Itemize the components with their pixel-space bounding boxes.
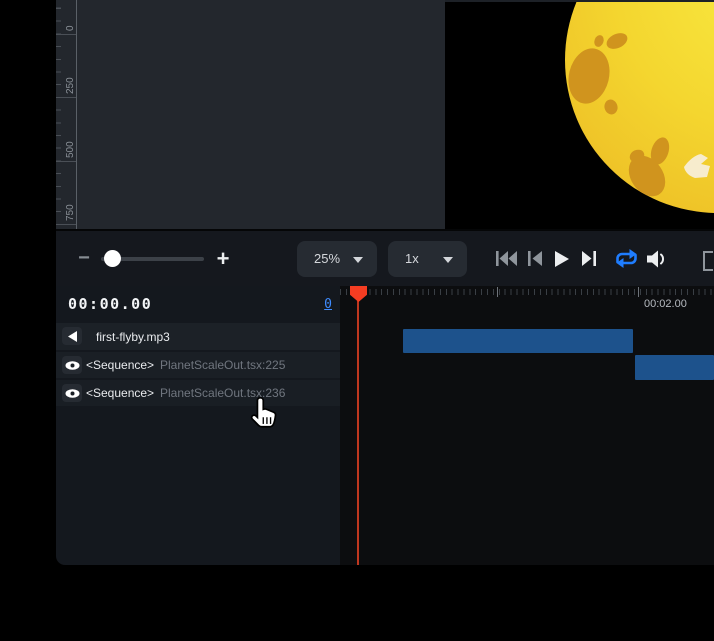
zoom-out-button[interactable]: − [74, 231, 94, 286]
track-row-sequence[interactable]: <Sequence> PlanetScaleOut.tsx:236 [56, 380, 340, 406]
ruler-major-line [56, 224, 76, 225]
fullscreen-icon[interactable] [703, 251, 713, 271]
track-label: first-flyby.mp3 [96, 323, 170, 350]
zoom-level-value: 25% [314, 241, 340, 277]
current-frame-link[interactable]: 0 [324, 297, 332, 312]
track-source: PlanetScaleOut.tsx:225 [160, 352, 285, 378]
playhead-line [357, 288, 359, 565]
ruler-major-line [56, 97, 76, 98]
ruler-label: 0 [65, 25, 76, 31]
zoom-slider-thumb[interactable] [104, 250, 121, 267]
previous-frame-button[interactable] [525, 231, 545, 286]
composition-viewport [445, 0, 714, 229]
canvas-background [77, 0, 445, 229]
audio-track-icon[interactable] [62, 327, 82, 345]
zoom-level-dropdown[interactable]: 25% [297, 241, 377, 277]
next-frame-icon [582, 251, 596, 266]
ruler-label: 500 [65, 141, 76, 158]
ruler-label: 250 [65, 77, 76, 94]
track-label: <Sequence> [86, 380, 154, 406]
play-button[interactable] [551, 231, 573, 286]
remotion-studio-page: 0 250 500 750 [0, 0, 714, 641]
eye-icon[interactable] [62, 356, 82, 374]
timeline-time-label: 00:02.00 [644, 298, 687, 310]
next-frame-button[interactable] [578, 231, 600, 286]
planet-illustration [445, 0, 714, 229]
vertical-ruler: 0 250 500 750 [56, 0, 77, 229]
loop-toggle-button[interactable] [612, 231, 640, 286]
playhead-handle[interactable] [350, 286, 367, 302]
playback-rate-value: 1x [405, 241, 419, 277]
play-icon [555, 251, 569, 267]
timeline-second-tick [497, 287, 498, 297]
timeline-track-panel: 00:00.00 0 first-flyby.mp3 [56, 286, 340, 565]
timeline-header: 00:00.00 0 [56, 286, 340, 322]
track-row-sequence[interactable]: <Sequence> PlanetScaleOut.tsx:225 [56, 352, 340, 378]
timeline-ruler-ticks [340, 289, 714, 295]
track-row-audio[interactable]: first-flyby.mp3 [56, 323, 340, 350]
sequence-clip-block[interactable] [403, 329, 633, 353]
volume-button[interactable] [644, 231, 670, 286]
preview-pane: 0 250 500 750 [56, 0, 714, 231]
studio-window: 0 250 500 750 [56, 0, 714, 565]
timeline-second-tick [638, 287, 639, 297]
timeline-section: 00:00.00 0 first-flyby.mp3 [56, 286, 714, 565]
hand-cursor-icon [248, 396, 280, 430]
eye-icon[interactable] [62, 384, 82, 402]
track-label: <Sequence> [86, 352, 154, 378]
volume-icon [647, 250, 667, 268]
current-timecode: 00:00.00 [68, 295, 152, 313]
playback-rate-dropdown[interactable]: 1x [388, 241, 467, 277]
ruler-label: 750 [65, 204, 76, 221]
sequence-clip-block[interactable] [635, 355, 714, 380]
loop-icon [614, 249, 639, 268]
ruler-major-line [56, 34, 76, 35]
skip-to-start-button[interactable] [494, 231, 518, 286]
skip-to-start-icon [496, 251, 517, 266]
previous-frame-icon [528, 251, 542, 266]
playback-toolbar: − + 25% 1x [56, 231, 714, 286]
chevron-down-icon [353, 257, 363, 263]
chevron-down-icon [443, 257, 453, 263]
horizontal-ruler-edge [445, 0, 714, 2]
zoom-in-button[interactable]: + [211, 231, 235, 286]
timeline-track-area[interactable]: 00:02.00 [340, 286, 714, 565]
ruler-major-line [56, 161, 76, 162]
